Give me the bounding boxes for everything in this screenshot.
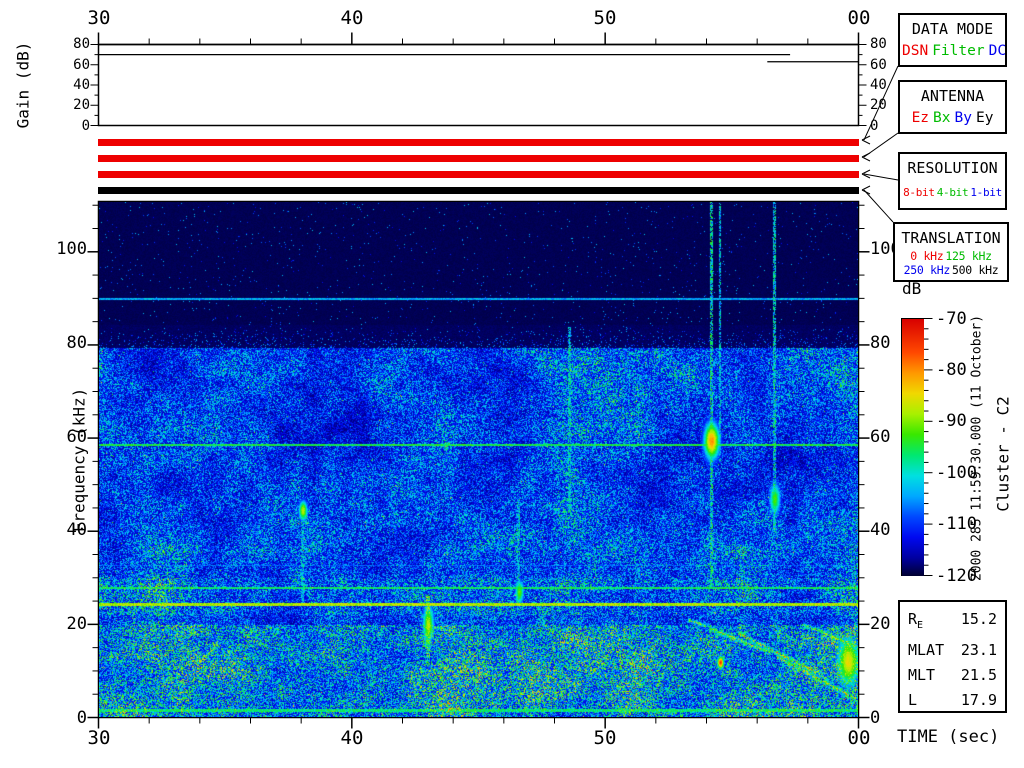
top-axis-tick-label: 40 bbox=[340, 7, 364, 29]
ephemeris-label: L bbox=[908, 691, 918, 709]
translation-title: TRANSLATION bbox=[901, 229, 1001, 247]
freq-tick-label: 40 bbox=[66, 520, 87, 540]
spectrogram-canvas bbox=[99, 202, 858, 717]
translation-values-row1: 0 kHz 125 kHz bbox=[895, 249, 1007, 264]
freq-tick-label: 20 bbox=[66, 614, 87, 634]
freq-tick-label-right: 80 bbox=[870, 333, 891, 353]
antenna-option-by: By bbox=[954, 110, 972, 126]
ephemeris-value: 23.1 bbox=[960, 641, 997, 659]
translation-option-250khz: 250 kHz bbox=[903, 262, 951, 277]
status-bar-resolution bbox=[98, 171, 859, 178]
gain-tick-label-right: 20 bbox=[870, 97, 887, 113]
gain-tick-label: 80 bbox=[73, 36, 90, 52]
antenna-box: ANTENNA Ez Bx By Ey bbox=[898, 80, 1007, 134]
ephemeris-row: MLAT 23.1 bbox=[908, 638, 997, 663]
colorbar-tick-label: -70 bbox=[936, 309, 967, 329]
datetime-annotation: 2000 285 11:59:30.000 (11 October) bbox=[969, 314, 985, 582]
translation-option-0khz: 0 kHz bbox=[910, 249, 944, 263]
freq-tick-label: 80 bbox=[66, 333, 87, 353]
freq-tick-label-right: 60 bbox=[870, 427, 891, 447]
bottom-axis-tick-label: 40 bbox=[340, 727, 364, 749]
status-bar-antenna bbox=[98, 155, 859, 162]
gain-tick-label-right: 40 bbox=[870, 77, 887, 93]
colorbar-gradient bbox=[902, 319, 924, 576]
status-bar-translation bbox=[98, 187, 859, 194]
ephemeris-value: 21.5 bbox=[960, 666, 997, 684]
freq-tick-label: 100 bbox=[56, 239, 87, 259]
ephemeris-label: MLAT bbox=[908, 641, 945, 659]
time-axis-title: TIME (sec) bbox=[897, 727, 1000, 747]
antenna-option-ez: Ez bbox=[911, 110, 930, 126]
data-mode-title: DATA MODE bbox=[911, 20, 994, 38]
translation-option-125khz: 125 kHz bbox=[945, 249, 992, 263]
status-bar-data-mode bbox=[98, 139, 859, 146]
spacecraft-annotation: Cluster - C2 bbox=[993, 396, 1013, 512]
data-mode-option-dsn: DSN bbox=[902, 43, 929, 59]
gain-tick-label-right: 80 bbox=[870, 36, 887, 52]
antenna-title: ANTENNA bbox=[920, 87, 985, 105]
freq-tick-label-right: 40 bbox=[870, 520, 891, 540]
freq-tick-label: 0 bbox=[76, 708, 87, 728]
gain-tick-label: 20 bbox=[73, 97, 90, 113]
antenna-option-ey: Ey bbox=[975, 110, 994, 126]
ephemeris-label-subscript: E bbox=[917, 620, 924, 631]
ephemeris-row: L 17.9 bbox=[908, 688, 997, 713]
ephemeris-label: RE bbox=[908, 610, 924, 631]
gain-axis-title: Gain (dB) bbox=[13, 41, 33, 129]
data-mode-option-filter: Filter bbox=[932, 43, 985, 59]
bottom-axis-tick-label: 30 bbox=[87, 727, 111, 749]
translation-box: TRANSLATION 0 kHz 125 kHz 250 kHz 500 kHz bbox=[893, 222, 1009, 282]
colorbar-tick-label: -80 bbox=[936, 360, 967, 380]
resolution-option-1bit: 1-bit bbox=[970, 186, 1002, 199]
frequency-axis-title: Frequency (kHz) bbox=[69, 387, 89, 533]
ephemeris-box: RE 15.2 MLAT 23.1 MLT 21.5 L 17.9 bbox=[898, 600, 1007, 713]
bottom-axis-tick-label: 50 bbox=[593, 727, 617, 749]
resolution-option-8bit: 8-bit bbox=[903, 186, 935, 199]
translation-option-500khz: 500 kHz bbox=[952, 262, 999, 277]
bottom-axis-tick-label: 00 bbox=[847, 727, 871, 749]
resolution-box: RESOLUTION 8-bit 4-bit 1-bit bbox=[898, 152, 1007, 210]
resolution-option-4bit: 4-bit bbox=[936, 186, 969, 199]
gain-tick-label: 40 bbox=[73, 77, 90, 93]
freq-tick-label: 60 bbox=[66, 427, 87, 447]
freq-tick-label-right: 20 bbox=[870, 614, 891, 634]
gain-tick-label: 60 bbox=[73, 57, 90, 73]
antenna-option-bx: Bx bbox=[933, 110, 951, 126]
ephemeris-row: MLT 21.5 bbox=[908, 663, 997, 688]
translation-values-row2: 250 kHz 500 kHz bbox=[895, 262, 1007, 278]
ephemeris-label: MLT bbox=[908, 666, 936, 684]
top-axis-tick-label: 00 bbox=[847, 7, 871, 29]
freq-tick-label-right: 0 bbox=[870, 708, 881, 728]
gain-tick-label-right: 0 bbox=[870, 118, 879, 134]
data-mode-option-dc: DC bbox=[988, 43, 1007, 59]
resolution-values: 8-bit 4-bit 1-bit bbox=[900, 186, 1005, 199]
wbd-spectrogram-display: 30 40 50 00 Gain (dB) 0 20 40 60 80 0 20… bbox=[0, 0, 1024, 768]
ephemeris-value: 15.2 bbox=[960, 610, 997, 628]
colorbar-tick-label: -90 bbox=[936, 411, 967, 431]
data-mode-box: DATA MODE DSN Filter DC bbox=[898, 13, 1007, 67]
gain-tick-label: 0 bbox=[81, 118, 90, 134]
data-mode-values: DSN Filter DC bbox=[900, 43, 1007, 59]
resolution-title: RESOLUTION bbox=[907, 159, 998, 177]
top-axis-tick-label: 30 bbox=[87, 7, 111, 29]
ephemeris-row: RE 15.2 bbox=[908, 607, 997, 638]
gain-tick-label-right: 60 bbox=[870, 57, 887, 73]
antenna-values: Ez Bx By Ey bbox=[900, 110, 1005, 126]
ephemeris-value: 17.9 bbox=[960, 691, 997, 709]
top-axis-tick-label: 50 bbox=[593, 7, 617, 29]
